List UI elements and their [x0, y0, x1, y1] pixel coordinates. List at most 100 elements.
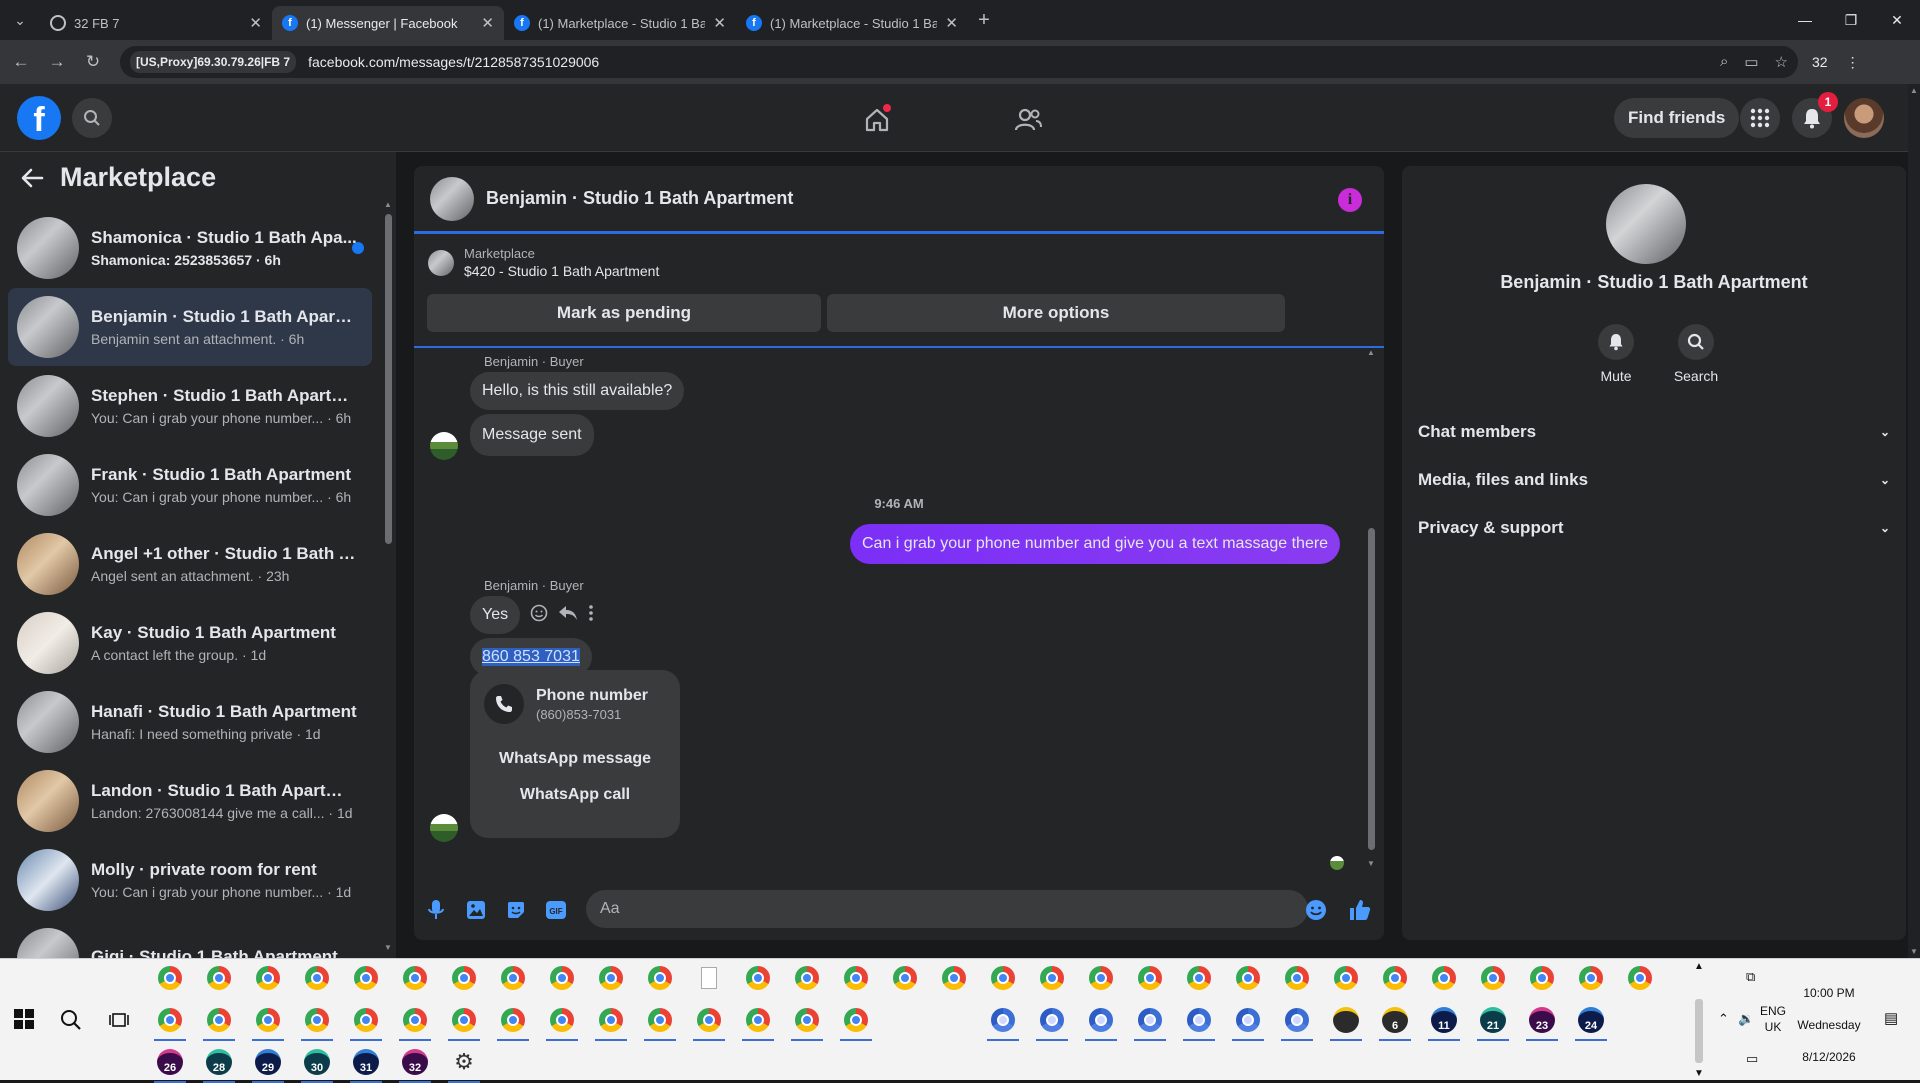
scroll-down-icon[interactable]: ▼	[382, 943, 394, 952]
taskbar-chrome-app[interactable]	[302, 963, 332, 993]
forward-arrow-icon[interactable]: →	[42, 47, 72, 77]
taskbar-numbered-app[interactable]: 30	[302, 1047, 332, 1077]
scroll-up-icon[interactable]: ▲	[1694, 961, 1704, 972]
taskbar-chrome-app[interactable]	[645, 1005, 675, 1035]
close-window-icon[interactable]: ✕	[1874, 0, 1920, 40]
taskbar-chrome-app[interactable]	[302, 1005, 332, 1035]
conversation-item[interactable]: Frank · Studio 1 Bath Apartment You: Can …	[8, 446, 372, 524]
taskbar-numbered-app[interactable]: 23	[1527, 1005, 1557, 1035]
taskbar-numbered-app[interactable]: 26	[155, 1047, 185, 1077]
conversation-item[interactable]: Kay · Studio 1 Bath Apartment A contact l…	[8, 604, 372, 682]
minimize-icon[interactable]: —	[1782, 0, 1828, 40]
taskbar-chrome-app[interactable]	[1576, 963, 1606, 993]
taskbar-numbered-app[interactable]: 24	[1576, 1005, 1606, 1035]
sticker-icon[interactable]	[504, 898, 528, 922]
taskbar-chrome-app[interactable]	[449, 963, 479, 993]
privacy-support-section[interactable]: Privacy & support ⌄	[1418, 508, 1890, 548]
url-text[interactable]: facebook.com/messages/t/2128587351029006	[308, 54, 1720, 70]
restore-icon[interactable]: ❐	[1828, 0, 1874, 40]
back-arrow-icon[interactable]: ←	[6, 47, 36, 77]
taskbar-chrome-app[interactable]	[1086, 1005, 1116, 1035]
mute-button[interactable]: Mute	[1586, 324, 1646, 384]
taskbar-chrome-app[interactable]	[351, 963, 381, 993]
browser-tab-1[interactable]: 32 FB 7 ✕	[40, 6, 272, 40]
taskbar-chrome-app[interactable]	[498, 1005, 528, 1035]
photo-icon[interactable]	[464, 898, 488, 922]
taskbar-chrome-app[interactable]	[645, 963, 675, 993]
taskbar-chrome-app[interactable]	[1478, 963, 1508, 993]
reply-icon[interactable]	[558, 604, 578, 622]
taskbar-chrome-app[interactable]	[1086, 963, 1116, 993]
conversation-item[interactable]: Landon · Studio 1 Bath Apartment Landon: …	[8, 762, 372, 840]
taskbar-chrome-app[interactable]	[1282, 963, 1312, 993]
search-button[interactable]	[72, 98, 112, 138]
taskbar-chrome-app[interactable]	[204, 963, 234, 993]
menu-grid-button[interactable]	[1740, 98, 1780, 138]
more-dots-icon[interactable]	[588, 604, 594, 622]
chat-scrollbar[interactable]: ▲ ▼	[1364, 348, 1378, 868]
tab-close-icon[interactable]: ✕	[713, 14, 726, 32]
whatsapp-message-button[interactable]: WhatsApp message	[470, 750, 680, 768]
tab-close-icon[interactable]: ✕	[481, 14, 494, 32]
taskbar-settings-app[interactable]: ⚙	[449, 1047, 479, 1077]
page-scrollbar[interactable]: ▲ ▼	[1908, 84, 1920, 958]
conversation-item[interactable]: Gigi · Studio 1 Bath Apartment	[8, 920, 372, 958]
microphone-icon[interactable]	[424, 898, 448, 922]
taskbar-chrome-app[interactable]	[1331, 963, 1361, 993]
taskbar-numbered-app[interactable]: 21	[1478, 1005, 1508, 1035]
conversation-item[interactable]: Molly · private room for rent You: Can i …	[8, 841, 372, 919]
conversation-item[interactable]: Shamonica · Studio 1 Bath Apa... Shamonic…	[8, 209, 372, 287]
taskbar-chrome-app[interactable]	[841, 963, 871, 993]
taskbar-chrome-app[interactable]	[155, 1005, 185, 1035]
tab-search-dropdown-icon[interactable]: ⌄	[0, 0, 40, 40]
task-view-icon[interactable]	[104, 1005, 134, 1035]
taskbar-chrome-app[interactable]	[400, 1005, 430, 1035]
taskbar-chrome-app[interactable]	[1184, 963, 1214, 993]
sender-avatar[interactable]	[430, 432, 458, 460]
taskbar-chrome-app[interactable]	[449, 1005, 479, 1035]
media-files-links-section[interactable]: Media, files and links ⌄	[1418, 460, 1890, 500]
taskbar-numbered-app[interactable]: 28	[204, 1047, 234, 1077]
scroll-up-icon[interactable]: ▲	[1908, 86, 1920, 95]
taskbar-numbered-app[interactable]: 11	[1429, 1005, 1459, 1035]
taskbar-chrome-app[interactable]	[498, 963, 528, 993]
cast-icon[interactable]: ▭	[1744, 53, 1758, 71]
notifications-center-icon[interactable]: ▤	[1884, 1011, 1898, 1027]
home-nav-button[interactable]	[857, 100, 897, 140]
chat-title[interactable]: Benjamin · Studio 1 Bath Apartment	[486, 188, 793, 209]
taskbar-chrome-app[interactable]	[1380, 963, 1410, 993]
taskbar-document-app[interactable]	[694, 963, 724, 993]
taskbar-chrome-app[interactable]	[1184, 1005, 1214, 1035]
taskbar-chrome-app[interactable]	[547, 1005, 577, 1035]
sender-avatar[interactable]	[430, 814, 458, 842]
desktop-icon[interactable]: ▭	[1746, 1051, 1758, 1067]
show-hidden-icons-chevron-up-icon[interactable]: ⌃	[1718, 1011, 1729, 1027]
browser-tab-3[interactable]: f (1) Marketplace - Studio 1 Bath ✕	[504, 6, 736, 40]
mark-as-pending-button[interactable]: Mark as pending	[427, 294, 821, 332]
back-arrow-icon[interactable]	[20, 168, 44, 188]
proxy-label[interactable]: [US,Proxy]69.30.79.26|FB 7	[130, 51, 297, 73]
message-input[interactable]: Aa	[586, 890, 1308, 928]
scrollbar-thumb[interactable]	[1695, 999, 1703, 1063]
taskbar-chrome-app[interactable]	[204, 1005, 234, 1035]
scroll-down-icon[interactable]: ▼	[1364, 859, 1378, 868]
zoom-icon[interactable]: ⌕	[1720, 53, 1728, 71]
meet-now-icon[interactable]: ⧉	[1746, 969, 1755, 985]
taskbar-chrome-app[interactable]	[1037, 963, 1067, 993]
scroll-up-icon[interactable]: ▲	[1364, 348, 1378, 357]
taskbar-chrome-app[interactable]	[1625, 963, 1655, 993]
listing-summary[interactable]: Marketplace $420 - Studio 1 Bath Apartme…	[428, 246, 659, 279]
address-bar[interactable]: [US,Proxy]69.30.79.26|FB 7 facebook.com/…	[120, 46, 1798, 78]
conversation-item-selected[interactable]: Benjamin · Studio 1 Bath Apartm... Benjam…	[8, 288, 372, 366]
taskbar-numbered-app[interactable]: 29	[253, 1047, 283, 1077]
taskbar-chrome-app[interactable]	[988, 963, 1018, 993]
tab-close-icon[interactable]: ✕	[249, 14, 262, 32]
taskbar-chrome-app[interactable]	[253, 963, 283, 993]
volume-icon[interactable]: 🔉	[1738, 1011, 1754, 1027]
taskbar-scrollbar[interactable]: ▲ ▼	[1692, 959, 1706, 1081]
chat-members-section[interactable]: Chat members ⌄	[1418, 412, 1890, 452]
conversation-item[interactable]: Angel +1 other · Studio 1 Bath A... Angel…	[8, 525, 372, 603]
taskbar-chrome-app[interactable]	[1429, 963, 1459, 993]
taskbar-app[interactable]	[1331, 1005, 1361, 1035]
taskbar-chrome-app[interactable]	[596, 1005, 626, 1035]
